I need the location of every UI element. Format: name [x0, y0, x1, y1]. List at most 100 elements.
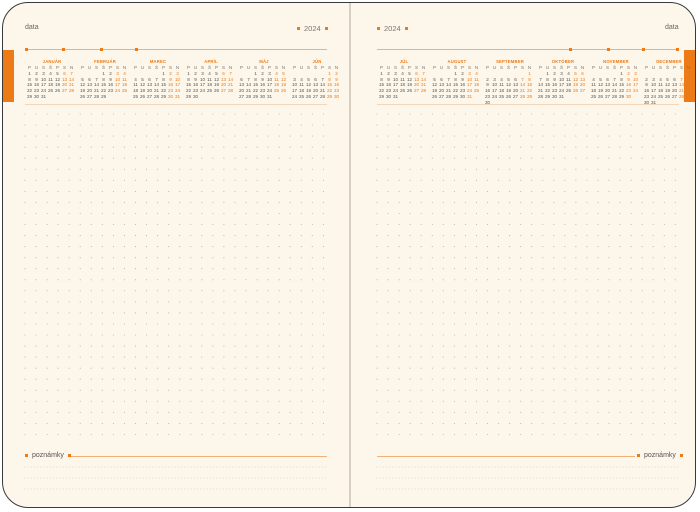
grid-dot — [179, 201, 181, 203]
grid-dot — [597, 113, 599, 115]
grid-dot — [157, 312, 159, 314]
grid-dot — [376, 246, 378, 248]
footer-dot — [309, 466, 311, 468]
grid-dot — [112, 113, 114, 115]
footer-dot — [607, 488, 608, 490]
grid-dot — [79, 168, 81, 170]
footer-dot — [642, 488, 643, 490]
grid-dot — [531, 367, 533, 369]
grid-dot — [663, 290, 665, 292]
grid-dot — [564, 345, 566, 347]
grid-dot — [442, 367, 444, 369]
footer-dot — [623, 466, 624, 468]
grid-dot — [509, 179, 511, 181]
grid-dot — [278, 223, 280, 226]
grid-dot — [586, 212, 588, 215]
footer-dot — [91, 466, 93, 468]
grid-dot — [300, 422, 302, 424]
grid-dot — [486, 334, 489, 336]
grid-dot — [201, 168, 203, 170]
grid-dot — [630, 334, 632, 336]
grid-dot — [553, 146, 555, 148]
footer-dot — [162, 466, 164, 468]
grid-dot — [289, 301, 291, 303]
grid-dot — [223, 157, 225, 159]
grid-dot — [464, 168, 466, 170]
grid-dot — [531, 257, 533, 259]
grid-dot — [57, 124, 59, 126]
footer-dot — [283, 488, 285, 490]
footer-dot — [85, 477, 87, 479]
grid-dot — [278, 257, 280, 259]
footer-dot — [533, 466, 535, 468]
grid-dot — [201, 378, 203, 380]
grid-dot — [553, 168, 555, 170]
grid-dot — [46, 433, 48, 436]
grid-dot — [575, 411, 577, 413]
grid-dot — [575, 168, 577, 170]
grid-dot — [575, 345, 577, 347]
grid-dot — [475, 312, 478, 314]
grid-dot — [409, 411, 411, 413]
grid-dot — [498, 334, 500, 336]
grid-dot — [442, 124, 444, 126]
grid-dot — [520, 389, 522, 391]
grid-dot — [486, 356, 489, 358]
grid-dot — [619, 411, 621, 413]
footer-dot — [152, 488, 154, 490]
grid-dot — [289, 279, 291, 281]
footer-dot — [59, 488, 61, 490]
grid-dot — [608, 190, 610, 192]
footer-dot — [498, 488, 499, 490]
footer-dot — [40, 488, 42, 490]
grid-dot — [311, 334, 313, 336]
grid-dot — [387, 212, 389, 215]
grid-dot — [431, 356, 433, 358]
grid-dot — [278, 422, 280, 424]
grid-dot — [619, 334, 621, 336]
grid-dot — [453, 246, 455, 248]
grid-dot — [267, 312, 269, 314]
grid-dot — [212, 433, 214, 436]
grid-dot — [234, 378, 236, 380]
grid-dot — [223, 356, 225, 358]
grid-dot — [608, 201, 610, 203]
grid-dot — [542, 378, 544, 380]
grid-dot — [223, 290, 225, 292]
grid-dot — [134, 433, 137, 436]
footer-dot — [232, 477, 234, 479]
footer-dot — [69, 477, 71, 479]
grid-dot — [619, 246, 621, 248]
grid-dot — [168, 146, 170, 148]
grid-dot — [145, 279, 148, 281]
grid-dot — [256, 279, 258, 281]
grid-dot — [57, 235, 59, 237]
grid-dot — [278, 312, 280, 314]
grid-dot — [35, 411, 37, 413]
grid-dot — [387, 257, 389, 259]
grid-dot — [520, 422, 522, 424]
grid-dot — [57, 279, 59, 281]
grid-dot — [520, 378, 522, 380]
grid-dot — [300, 279, 302, 281]
grid-dot — [608, 411, 610, 413]
footer-dot — [677, 488, 679, 490]
footer-dot — [619, 477, 621, 479]
grid-dot — [322, 246, 324, 248]
grid-dot — [630, 168, 632, 170]
footer-dot — [178, 466, 180, 468]
footer-dot — [143, 477, 144, 479]
footer-dot — [200, 466, 202, 468]
footer-dot — [226, 466, 228, 468]
footer-dot — [479, 488, 480, 490]
footer-dot — [325, 477, 327, 479]
grid-dot — [234, 124, 236, 126]
grid-dot — [542, 301, 544, 303]
grid-dot — [652, 400, 654, 402]
grid-dot — [652, 356, 654, 358]
grid-dot — [630, 235, 632, 237]
footer-dot — [40, 477, 42, 479]
grid-dot — [453, 389, 455, 391]
footer-dot — [299, 477, 301, 479]
grid-dot — [179, 235, 181, 237]
